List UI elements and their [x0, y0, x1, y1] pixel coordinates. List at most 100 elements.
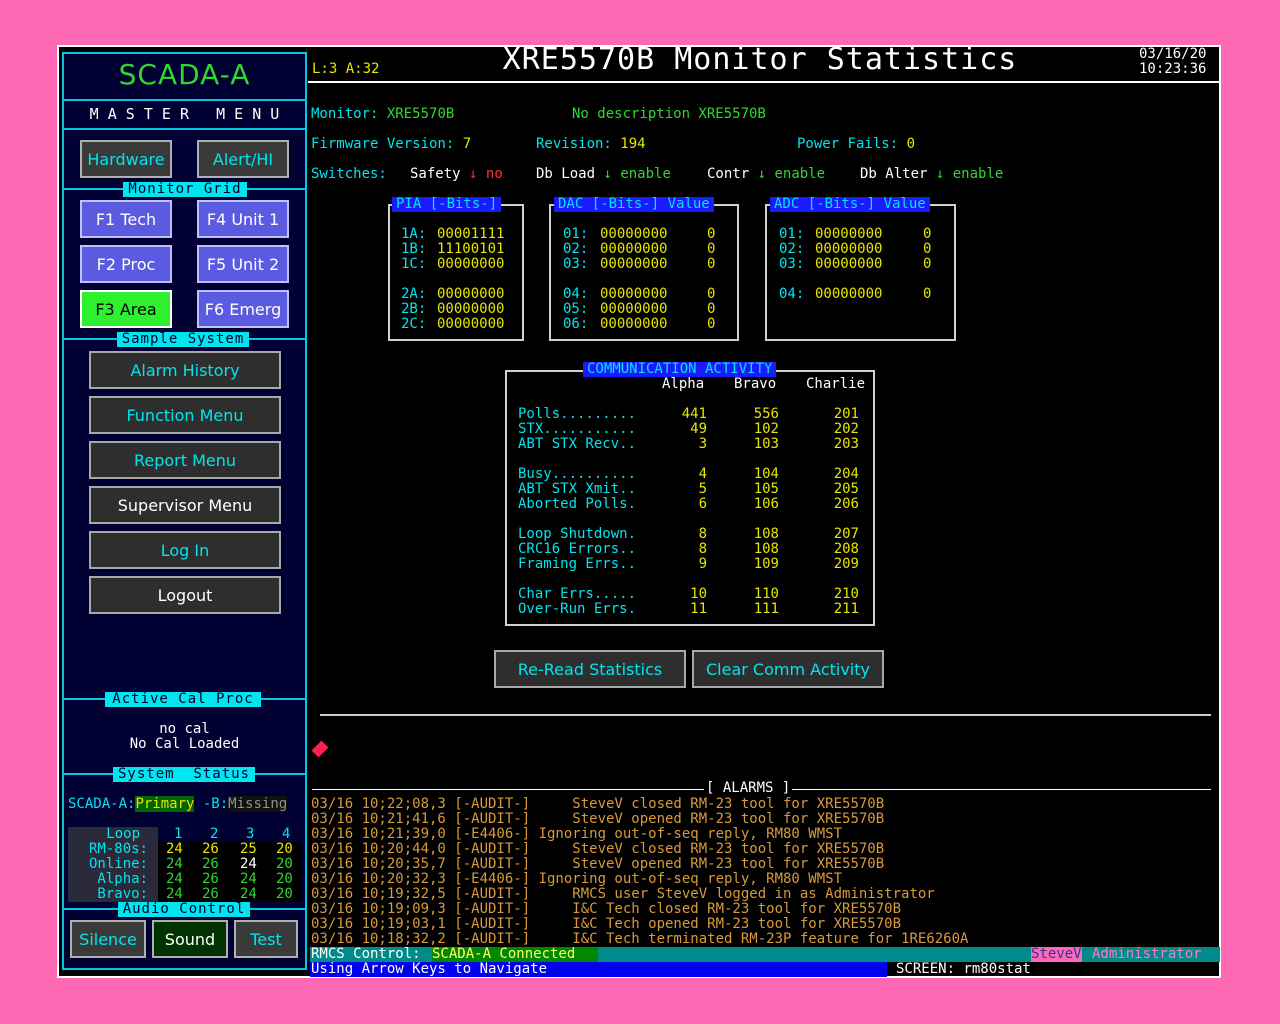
revision-value: 194 — [620, 136, 646, 152]
hardware-button[interactable]: Hardware — [80, 140, 172, 178]
loop-cell: 20 — [276, 841, 293, 857]
master-menu-label: M A S T E R M E N U — [89, 105, 280, 123]
power-fails-line: Power Fails: 0 — [797, 137, 915, 152]
alarm-entry[interactable]: 03/16 10;21;39,0 [-E4406-] Ignoring out-… — [311, 827, 842, 842]
sound-button[interactable]: Sound — [152, 920, 228, 958]
grid-button-f1-tech[interactable]: F1 Tech — [80, 200, 172, 238]
switch-name: Safety — [410, 166, 461, 182]
adc-title: ADC [-Bits-] Value — [770, 197, 930, 212]
comm-col-bravo: Bravo — [734, 376, 777, 392]
sample-system-title: Sample System — [117, 332, 249, 347]
dac-value: 0 — [707, 226, 716, 242]
grid-button-f5-unit2[interactable]: F5 Unit 2 — [197, 245, 289, 283]
switches-label: Switches: — [311, 166, 387, 182]
adc-label: 03: — [779, 256, 805, 272]
grid-button-f2-proc[interactable]: F2 Proc — [80, 245, 172, 283]
loop-cell: 26 — [202, 886, 219, 902]
grid-button-f3-area[interactable]: F3 Area — [80, 290, 172, 328]
loop-header-1: 1 — [174, 826, 183, 842]
alert-hi-button[interactable]: Alert/HI — [197, 140, 289, 178]
comm-bravo-value: 109 — [753, 556, 779, 572]
clear-comm-activity-button[interactable]: Clear Comm Activity — [692, 650, 884, 688]
status-a-label: SCADA-A: — [68, 796, 136, 812]
comm-charlie-value: 203 — [833, 436, 859, 452]
alarm-entry[interactable]: 03/16 10;20;32,3 [-E4406-] Ignoring out-… — [311, 872, 842, 887]
dac-value: 0 — [707, 316, 716, 332]
switch-value: enable — [952, 166, 1004, 182]
switch-value: enable — [620, 166, 671, 182]
rmcs-control-value: SCADA-A Connected — [432, 947, 598, 962]
alarm-entry[interactable]: 03/16 10;19;03,1 [-AUDIT-] I&C Tech open… — [311, 917, 901, 932]
loop-row-label: Alpha: — [97, 871, 148, 887]
dac-value: 0 — [707, 256, 716, 272]
alarm-entry[interactable]: 03/16 10;22;08,3 [-AUDIT-] SteveV closed… — [311, 797, 884, 812]
alarm-entry[interactable]: 03/16 10;20;35,7 [-AUDIT-] SteveV opened… — [311, 857, 884, 872]
header-date: 03/16/20 — [1139, 46, 1207, 62]
cal-line-1: no cal — [159, 721, 210, 737]
comm-alpha-value: 11 — [690, 601, 707, 617]
comm-alpha-value: 3 — [698, 436, 707, 452]
loop-header-3: 3 — [246, 826, 255, 842]
silence-button[interactable]: Silence — [70, 920, 146, 958]
pia-bits: 11100101 — [437, 241, 505, 257]
adc-value: 0 — [923, 241, 932, 257]
dac-bits: 00000000 — [600, 316, 668, 332]
pia-label: 2A: — [401, 286, 427, 302]
alarm-entry[interactable]: 03/16 10;20;44,0 [-AUDIT-] SteveV closed… — [311, 842, 884, 857]
dac-label: 02: — [563, 241, 589, 257]
pia-bits: 00000000 — [437, 256, 505, 272]
report-menu-button[interactable]: Report Menu — [89, 441, 281, 479]
loop-cell: 24 — [240, 856, 257, 872]
log-in-button[interactable]: Log In — [89, 531, 281, 569]
comm-row-label: Framing Errs.. — [518, 556, 637, 572]
user-name-badge: SteveV — [1031, 946, 1082, 962]
comm-col-alpha: Alpha — [662, 376, 705, 392]
comm-alpha-value: 4 — [698, 466, 707, 482]
comm-bravo-value: 103 — [753, 436, 779, 452]
switch-value: no — [485, 166, 503, 182]
supervisor-menu-button[interactable]: Supervisor Menu — [89, 486, 281, 524]
dac-bits: 00000000 — [600, 301, 668, 317]
alarm-history-button[interactable]: Alarm History — [89, 351, 281, 389]
reread-statistics-button[interactable]: Re-Read Statistics — [494, 650, 686, 688]
pia-bits: 00000000 — [437, 286, 505, 302]
alarm-entry[interactable]: 03/16 10;18;32,2 [-AUDIT-] I&C Tech term… — [311, 932, 968, 947]
alarm-entry[interactable]: 03/16 10;21;41,6 [-AUDIT-] SteveV opened… — [311, 812, 884, 827]
comm-row-label: Loop Shutdown. — [518, 526, 637, 542]
adc-value: 0 — [923, 226, 932, 242]
power-fails-value: 0 — [906, 136, 916, 152]
alarm-entry[interactable]: 03/16 10;19;09,3 [-AUDIT-] I&C Tech clos… — [311, 902, 901, 917]
header-time: 10:23:36 — [1139, 61, 1207, 77]
logout-button[interactable]: Logout — [89, 576, 281, 614]
grid-button-f4-unit1[interactable]: F4 Unit 1 — [197, 200, 289, 238]
level-alarm-count: L:3 A:32 — [312, 61, 380, 77]
comm-alpha-value: 10 — [690, 586, 707, 602]
dac-bits: 00000000 — [600, 241, 668, 257]
loop-cell: 24 — [240, 871, 257, 887]
loop-cell: 20 — [276, 871, 293, 887]
loop-cell: 26 — [202, 841, 219, 857]
comm-charlie-value: 206 — [833, 496, 859, 512]
dac-label: 01: — [563, 226, 589, 242]
screen-name: SCREEN: rm80stat — [896, 961, 1031, 977]
loop-cell: 26 — [202, 871, 219, 887]
comm-charlie-value: 211 — [833, 601, 859, 617]
comm-alpha-value: 8 — [698, 526, 707, 542]
alarm-entry[interactable]: 03/16 10;19;32,5 [-AUDIT-] RMCS user Ste… — [311, 887, 935, 902]
test-button[interactable]: Test — [234, 920, 298, 958]
dac-label: 03: — [563, 256, 589, 272]
loop-cell: 26 — [202, 856, 219, 872]
dac-value: 0 — [707, 301, 716, 317]
comm-charlie-value: 205 — [833, 481, 859, 497]
loop-header-label: Loop — [106, 826, 140, 842]
grid-button-f6-emerg[interactable]: F6 Emerg — [197, 290, 289, 328]
pia-bits: 00001111 — [437, 226, 505, 242]
adc-label: 04: — [779, 286, 805, 302]
comm-row-label: Char Errs..... — [518, 586, 637, 602]
comm-bravo-value: 102 — [753, 421, 779, 437]
adc-bits: 00000000 — [815, 256, 883, 272]
function-menu-button[interactable]: Function Menu — [89, 396, 281, 434]
comm-charlie-value: 209 — [833, 556, 859, 572]
switch-value: enable — [774, 166, 826, 182]
monitor-grid-title: Monitor Grid — [123, 182, 247, 197]
